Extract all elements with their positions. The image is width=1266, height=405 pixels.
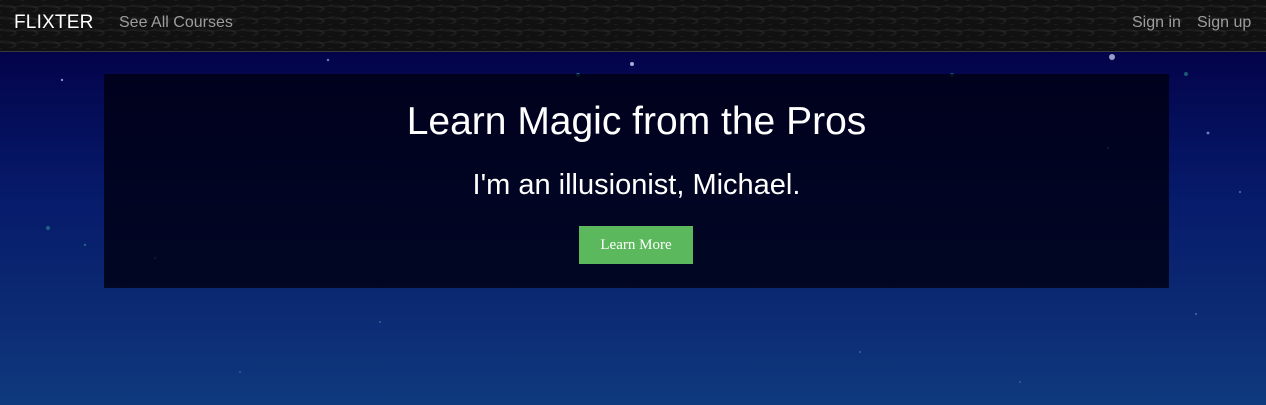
star xyxy=(1109,54,1115,60)
star xyxy=(326,58,330,62)
star xyxy=(239,371,241,373)
hero-headline: Learn Magic from the Pros xyxy=(406,100,867,143)
star xyxy=(1019,381,1021,383)
hero-section: Learn Magic from the Pros I'm an illusio… xyxy=(0,52,1266,405)
star xyxy=(630,62,634,66)
star xyxy=(1206,131,1210,135)
top-navbar: FLIXTER See All Courses Sign in Sign up xyxy=(0,0,1266,52)
star xyxy=(60,78,64,82)
hero-subheadline: I'm an illusionist, Michael. xyxy=(472,169,801,201)
brand-logo-link[interactable]: FLIXTER xyxy=(14,12,94,34)
page: FLIXTER See All Courses Sign in Sign up xyxy=(0,0,1266,405)
star xyxy=(1195,313,1197,315)
see-all-courses-link[interactable]: See All Courses xyxy=(119,14,233,32)
star xyxy=(1239,191,1241,193)
learn-more-button[interactable]: Learn More xyxy=(579,226,693,264)
sign-up-link[interactable]: Sign up xyxy=(1197,14,1251,32)
star xyxy=(46,226,50,230)
star xyxy=(859,351,861,353)
jumbotron-panel: Learn Magic from the Pros I'm an illusio… xyxy=(104,74,1169,288)
star xyxy=(379,321,381,323)
star xyxy=(1184,72,1188,76)
sign-in-link[interactable]: Sign in xyxy=(1132,14,1181,32)
star xyxy=(83,243,87,247)
